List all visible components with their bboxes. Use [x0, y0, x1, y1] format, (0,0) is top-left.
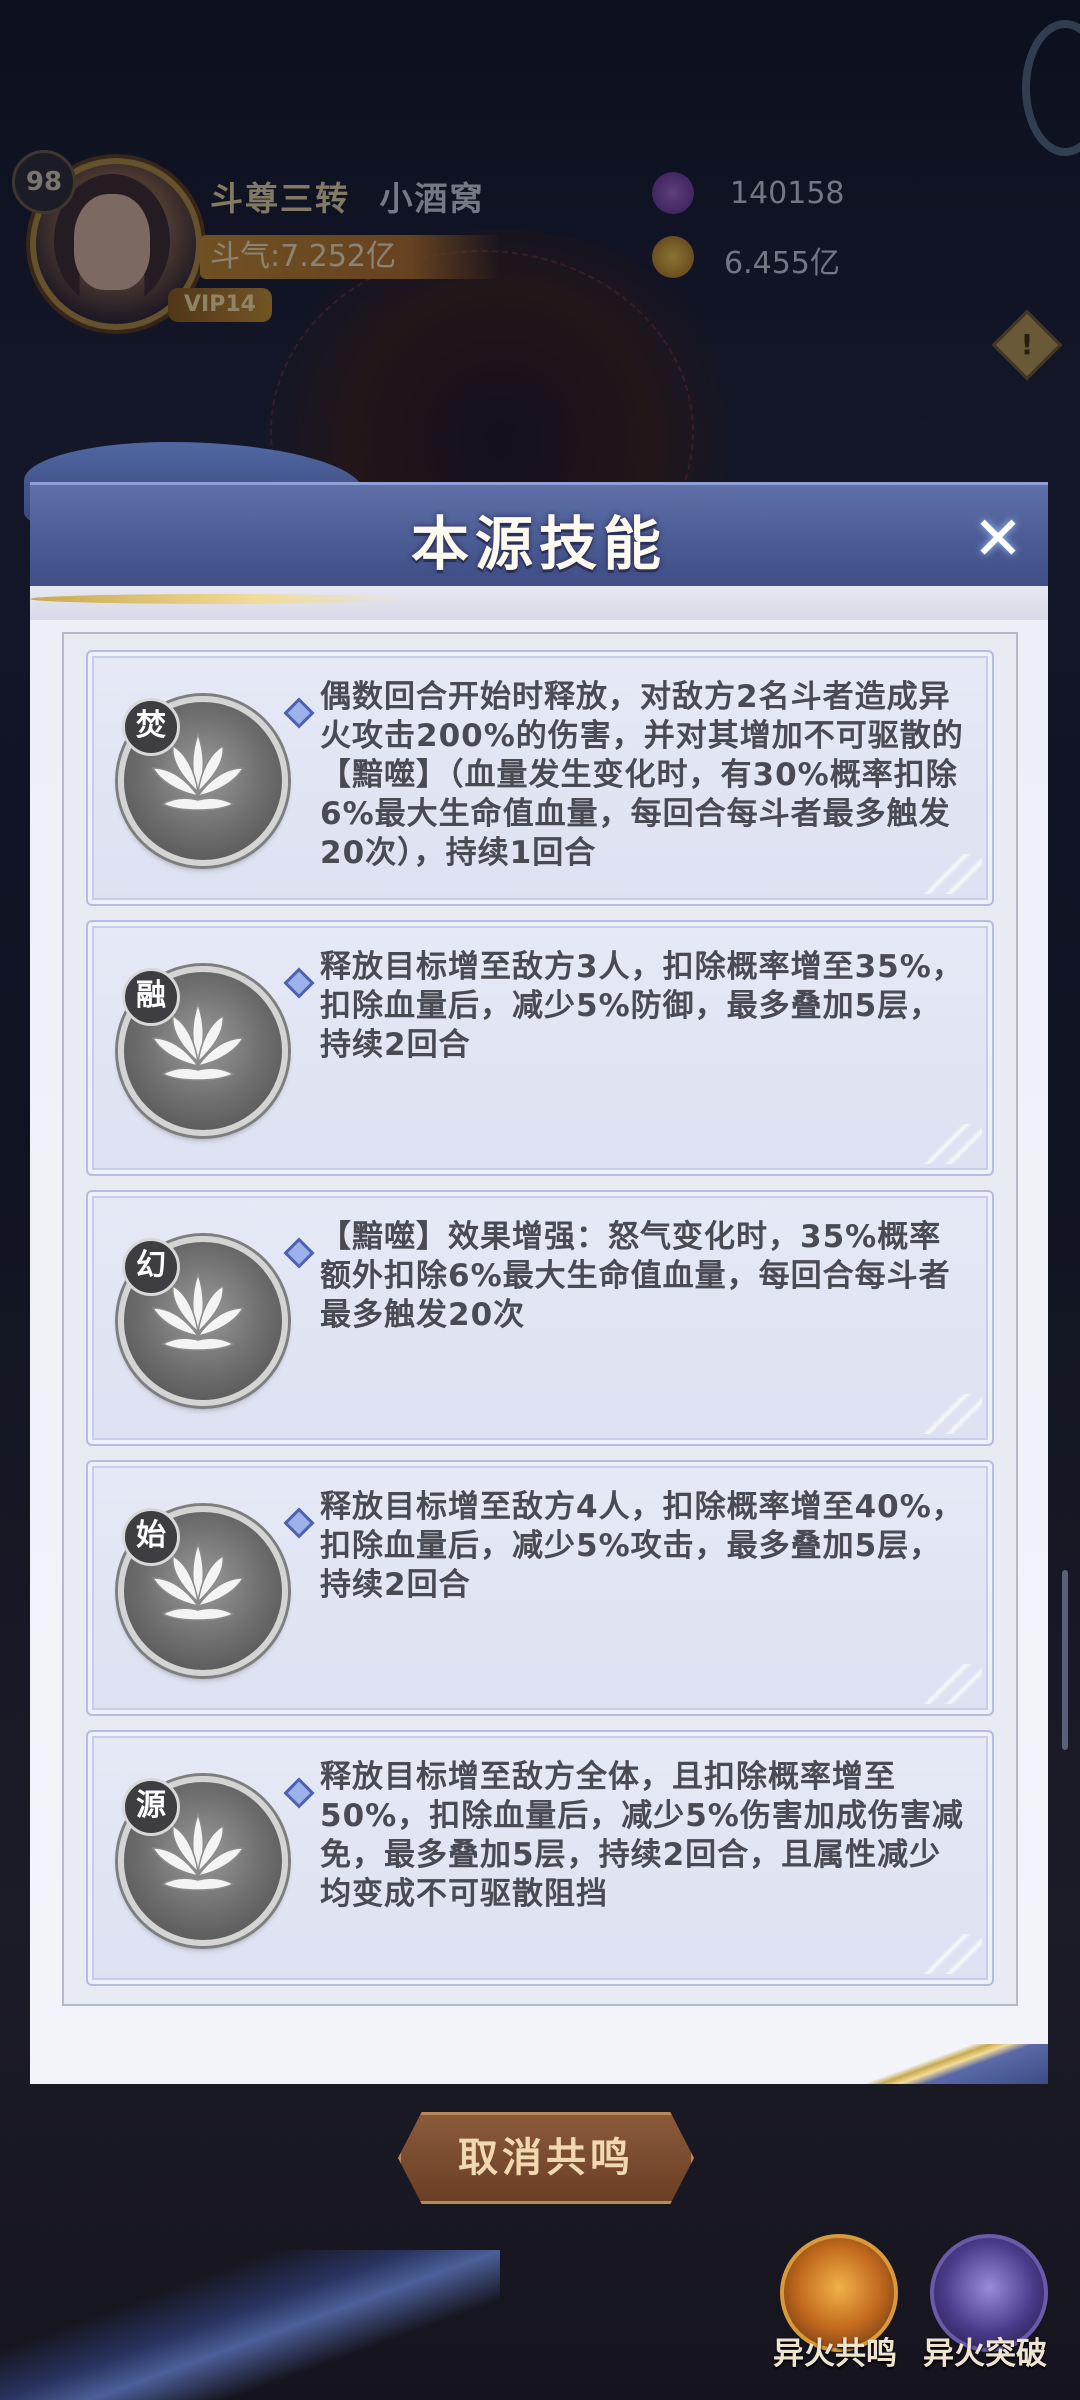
corner-decoration	[912, 854, 982, 894]
bottom-sweep-decoration	[0, 2250, 500, 2400]
skill-description: 释放目标增至敌方4人，扣除概率增至40%，扣除血量后，减少5%攻击，最多叠加5层…	[320, 1489, 964, 1603]
skill-card-4: 始 释放目标增至敌方4人，扣除概率增至40%，扣除血量后，减少5%攻击，最多叠加…	[86, 1460, 994, 1716]
corner-decoration	[912, 1124, 982, 1164]
close-button[interactable]: ✕	[968, 504, 1028, 574]
bottom-stroke-decoration	[848, 2044, 1048, 2084]
resonance-label: 异火共鸣	[773, 2336, 897, 2372]
skill-rank-badge: 幻	[122, 1238, 180, 1296]
close-icon: ✕	[972, 504, 1024, 574]
gold-stroke-decoration	[30, 594, 410, 604]
diamond-bullet-icon	[283, 1507, 315, 1539]
skill-description: 释放目标增至敌方3人，扣除概率增至35%，扣除血量后，减少5%防御，最多叠加5层…	[320, 949, 964, 1063]
skill-rank-badge: 始	[122, 1508, 180, 1566]
breakthrough-label: 异火突破	[923, 2336, 1047, 2372]
skill-rank-badge: 焚	[122, 698, 180, 756]
lotus-icon: 始	[118, 1506, 288, 1676]
modal-header: 本源技能 ✕	[30, 482, 1048, 595]
skill-list[interactable]: 焚 偶数回合开始时释放，对敌方2名斗者造成异火攻击200%的伤害，并对其增加不可…	[62, 632, 1018, 2006]
skill-description: 偶数回合开始时释放，对敌方2名斗者造成异火攻击200%的伤害，并对其增加不可驱散…	[320, 679, 964, 871]
scrollbar[interactable]	[1062, 1570, 1068, 1750]
diamond-bullet-icon	[283, 967, 315, 999]
lotus-icon: 源	[118, 1776, 288, 1946]
skill-description: 释放目标增至敌方全体，且扣除概率增至50%，扣除血量后，减少5%伤害加成伤害减免…	[320, 1759, 964, 1912]
diamond-bullet-icon	[283, 1777, 315, 1809]
skill-card-5: 源 释放目标增至敌方全体，且扣除概率增至50%，扣除血量后，减少5%伤害加成伤害…	[86, 1730, 994, 1986]
diamond-bullet-icon	[283, 697, 315, 729]
corner-decoration	[912, 1934, 982, 1974]
skill-card-1: 焚 偶数回合开始时释放，对敌方2名斗者造成异火攻击200%的伤害，并对其增加不可…	[86, 650, 994, 906]
skill-description: 【黯噬】效果增强：怒气变化时，35%概率额外扣除6%最大生命值血量，每回合每斗者…	[320, 1219, 951, 1333]
breakthrough-button[interactable]: 异火突破	[920, 2228, 1050, 2372]
skill-rank-badge: 源	[122, 1778, 180, 1836]
skill-modal: 本源技能 ✕ 焚 偶数回合开始时释放，对敌方2名斗者造成异火攻击200%的伤害，…	[24, 442, 1048, 2084]
skill-card-2: 融 释放目标增至敌方3人，扣除概率增至35%，扣除血量后，减少5%防御，最多叠加…	[86, 920, 994, 1176]
cancel-resonance-button[interactable]: 取消共鸣	[398, 2112, 694, 2204]
diamond-bullet-icon	[283, 1237, 315, 1269]
resonance-button[interactable]: 异火共鸣	[770, 2228, 900, 2372]
corner-decoration	[912, 1664, 982, 1704]
modal-title: 本源技能	[410, 510, 667, 578]
skill-card-3: 幻 【黯噬】效果增强：怒气变化时，35%概率额外扣除6%最大生命值血量，每回合每…	[86, 1190, 994, 1446]
skill-rank-badge: 融	[122, 968, 180, 1026]
lotus-icon: 焚	[118, 696, 288, 866]
lotus-icon: 融	[118, 966, 288, 1136]
lotus-icon: 幻	[118, 1236, 288, 1406]
corner-decoration	[912, 1394, 982, 1434]
